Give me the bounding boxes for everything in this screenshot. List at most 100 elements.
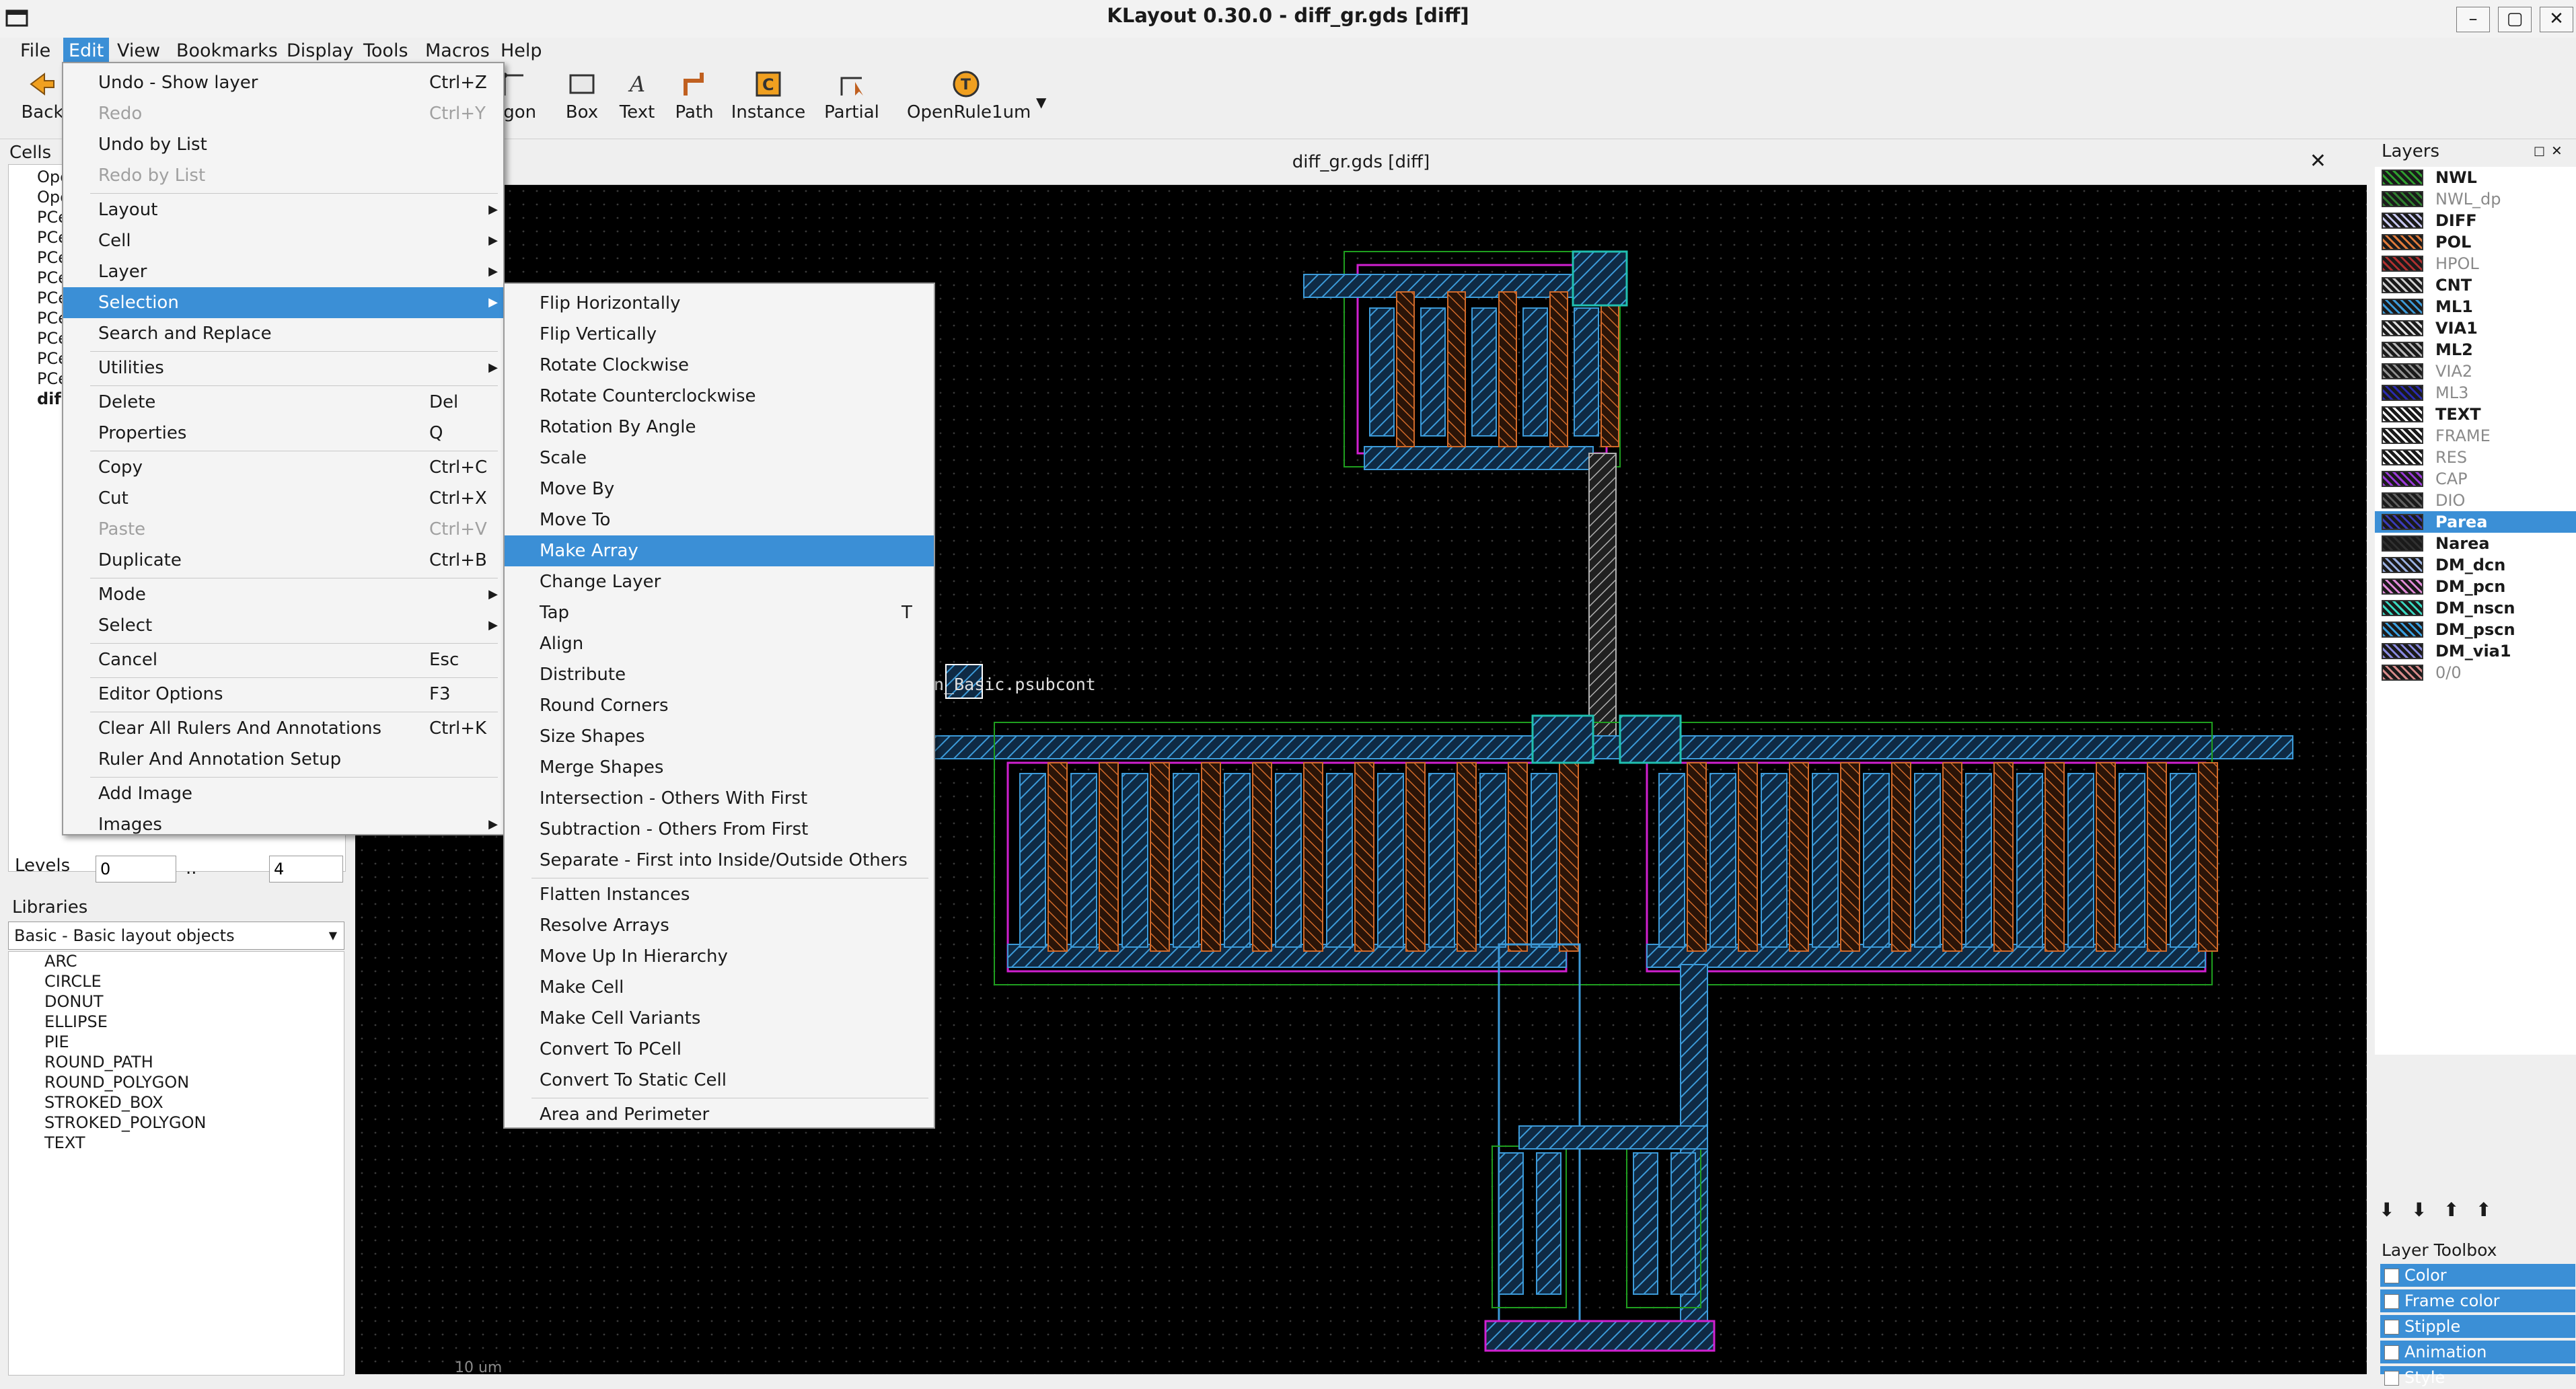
layer-row[interactable]: CAP bbox=[2375, 468, 2576, 490]
library-item[interactable]: ELLIPSE bbox=[44, 1012, 108, 1032]
float-panel-icon[interactable]: □ bbox=[2534, 144, 2545, 158]
library-item[interactable]: ARC bbox=[44, 951, 77, 971]
maximize-button[interactable]: ▢ bbox=[2498, 7, 2532, 32]
layer-row[interactable]: DM_nscn bbox=[2375, 597, 2576, 619]
layer-row[interactable]: DIFF bbox=[2375, 210, 2576, 231]
menu-item[interactable]: Duplicate Ctrl+B bbox=[63, 545, 503, 576]
library-select[interactable]: Basic - Basic layout objects ▼ bbox=[8, 922, 344, 950]
menu-item[interactable]: Separate - First into Inside/Outside Oth… bbox=[505, 845, 934, 876]
menu-item[interactable]: Tap T bbox=[505, 597, 934, 628]
menu-view[interactable]: View bbox=[112, 38, 165, 65]
menu-item[interactable]: Move By bbox=[505, 474, 934, 504]
menu-item[interactable]: Align bbox=[505, 628, 934, 659]
menu-item[interactable]: Editor Options F3 bbox=[63, 679, 503, 710]
library-item[interactable]: ROUND_PATH bbox=[44, 1052, 153, 1072]
menu-item[interactable]: Cell ▶ bbox=[63, 225, 503, 256]
menu-item[interactable]: Intersection - Others With First bbox=[505, 783, 934, 814]
menu-item[interactable]: Round Corners bbox=[505, 690, 934, 721]
menu-item[interactable]: Layer ▶ bbox=[63, 256, 503, 287]
library-item[interactable]: ROUND_POLYGON bbox=[44, 1072, 189, 1092]
cell-tree-item[interactable]: dif bbox=[37, 389, 61, 408]
menu-item[interactable]: Undo - Show layer Ctrl+Z bbox=[63, 67, 503, 98]
instance-button[interactable]: C Instance bbox=[731, 69, 806, 136]
box-button[interactable]: Box bbox=[558, 69, 605, 136]
menu-item[interactable]: Cancel Esc bbox=[63, 644, 503, 675]
library-item[interactable]: STROKED_BOX bbox=[44, 1092, 163, 1113]
menu-item[interactable]: Undo by List bbox=[63, 129, 503, 160]
minimize-button[interactable]: – bbox=[2456, 7, 2490, 32]
layer-row[interactable]: VIA1 bbox=[2375, 317, 2576, 339]
menu-item[interactable]: Layout ▶ bbox=[63, 194, 503, 225]
menu-file[interactable]: File bbox=[15, 38, 56, 65]
menu-item[interactable]: Cut Ctrl+X bbox=[63, 483, 503, 514]
layer-row[interactable]: 0/0 bbox=[2375, 662, 2576, 683]
layer-row[interactable]: HPOL bbox=[2375, 253, 2576, 274]
menu-item[interactable]: Move To bbox=[505, 504, 934, 535]
menu-item[interactable]: Rotate Counterclockwise bbox=[505, 381, 934, 412]
menu-item[interactable]: Flatten Instances bbox=[505, 879, 934, 910]
menu-item[interactable]: Move Up In Hierarchy bbox=[505, 941, 934, 972]
move-bottom-icon[interactable]: ⬇ bbox=[2411, 1199, 2427, 1221]
checkbox[interactable] bbox=[2384, 1269, 2399, 1283]
layer-row[interactable]: CNT bbox=[2375, 274, 2576, 296]
menu-macros[interactable]: Macros bbox=[420, 38, 495, 65]
close-panel-icon[interactable]: ✕ bbox=[2551, 143, 2563, 159]
layer-row[interactable]: Parea bbox=[2375, 511, 2576, 533]
menu-item[interactable]: Redo by List bbox=[63, 160, 503, 191]
layer-row[interactable]: NWL_dp bbox=[2375, 188, 2576, 210]
menu-item[interactable]: Convert To PCell bbox=[505, 1034, 934, 1065]
back-button[interactable]: Back bbox=[19, 69, 66, 136]
layer-row[interactable]: DM_dcn bbox=[2375, 554, 2576, 576]
layer-row[interactable]: VIA2 bbox=[2375, 361, 2576, 382]
menu-item[interactable]: Properties Q bbox=[63, 418, 503, 449]
levels-to-input[interactable] bbox=[269, 856, 343, 883]
layer-row[interactable]: TEXT bbox=[2375, 404, 2576, 425]
menu-item[interactable]: Make Array bbox=[505, 535, 934, 566]
menu-item[interactable]: Size Shapes bbox=[505, 721, 934, 752]
menu-item[interactable]: Select ▶ bbox=[63, 610, 503, 641]
menu-item[interactable]: Flip Vertically bbox=[505, 319, 934, 350]
partial-button[interactable]: Partial bbox=[822, 69, 881, 136]
close-view-icon[interactable]: ✕ bbox=[2310, 149, 2326, 173]
menu-item[interactable]: Search and Replace bbox=[63, 318, 503, 349]
close-window-button[interactable]: ✕ bbox=[2540, 7, 2573, 32]
menu-item[interactable]: Area and Perimeter bbox=[505, 1099, 934, 1130]
layer-row[interactable]: RES bbox=[2375, 447, 2576, 468]
checkbox[interactable] bbox=[2384, 1345, 2399, 1360]
menu-item[interactable]: Images ▶ bbox=[63, 809, 503, 840]
layer-toolbox-item[interactable]: Color bbox=[2380, 1264, 2575, 1287]
library-item[interactable]: DONUT bbox=[44, 991, 104, 1012]
layer-row[interactable]: FRAME bbox=[2375, 425, 2576, 447]
layer-row[interactable]: DIO bbox=[2375, 490, 2576, 511]
menu-item[interactable]: Delete Del bbox=[63, 387, 503, 418]
menu-item[interactable]: Rotate Clockwise bbox=[505, 350, 934, 381]
library-item[interactable]: TEXT bbox=[44, 1133, 85, 1153]
layer-row[interactable]: DM_via1 bbox=[2375, 640, 2576, 662]
menu-item[interactable]: Ruler And Annotation Setup bbox=[63, 744, 503, 775]
menu-item[interactable]: Rotation By Angle bbox=[505, 412, 934, 443]
menu-bookmarks[interactable]: Bookmarks bbox=[171, 38, 283, 65]
move-top-icon[interactable]: ⬆ bbox=[2476, 1199, 2491, 1221]
text-button[interactable]: A Text bbox=[614, 69, 661, 136]
menu-item[interactable]: Scale bbox=[505, 443, 934, 474]
move-down-icon[interactable]: ⬇ bbox=[2379, 1199, 2394, 1221]
menu-item[interactable]: Convert To Static Cell bbox=[505, 1065, 934, 1096]
library-item[interactable]: STROKED_POLYGON bbox=[44, 1113, 207, 1133]
menu-item[interactable]: Paste Ctrl+V bbox=[63, 514, 503, 545]
layer-row[interactable]: DM_pcn bbox=[2375, 576, 2576, 597]
menu-item[interactable]: Make Cell Variants bbox=[505, 1003, 934, 1034]
layer-toolbox-item[interactable]: Stipple bbox=[2380, 1315, 2575, 1338]
layer-row[interactable]: ML3 bbox=[2375, 382, 2576, 404]
menu-item[interactable]: Change Layer bbox=[505, 566, 934, 597]
layer-toolbox-item[interactable]: Style bbox=[2380, 1366, 2575, 1387]
menu-item[interactable]: Clear All Rulers And Annotations Ctrl+K bbox=[63, 713, 503, 744]
menu-item[interactable]: Utilities ▶ bbox=[63, 352, 503, 383]
openrule-button[interactable]: T OpenRule1um bbox=[907, 69, 1031, 136]
menu-item[interactable]: Merge Shapes bbox=[505, 752, 934, 783]
layer-row[interactable]: ML1 bbox=[2375, 296, 2576, 317]
menu-display[interactable]: Display bbox=[281, 38, 359, 65]
layer-row[interactable]: ML2 bbox=[2375, 339, 2576, 361]
layer-row[interactable]: NWL bbox=[2375, 167, 2576, 188]
toolbar-overflow-chevron-icon[interactable]: ▼ bbox=[1036, 94, 1046, 110]
menu-item[interactable]: Redo Ctrl+Y bbox=[63, 98, 503, 129]
